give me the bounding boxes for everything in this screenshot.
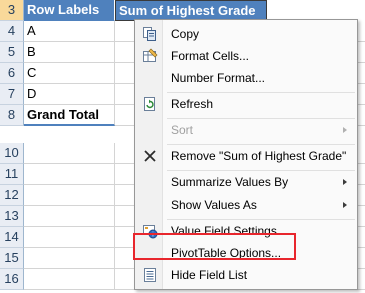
copy-icon bbox=[142, 26, 158, 42]
menu-item-label: Show Values As bbox=[171, 198, 257, 212]
refresh-icon bbox=[142, 96, 158, 112]
row-number[interactable]: 8 bbox=[0, 105, 24, 126]
menu-item-summarize-values-by[interactable]: Summarize Values By bbox=[137, 171, 355, 193]
empty-cell[interactable] bbox=[24, 185, 115, 206]
row-number[interactable]: 11 bbox=[0, 164, 24, 185]
menu-item-show-values-as[interactable]: Show Values As bbox=[137, 194, 355, 216]
menu-item-sort[interactable]: Sort bbox=[137, 119, 355, 141]
empty-cell[interactable] bbox=[24, 227, 115, 248]
row-number[interactable]: 16 bbox=[0, 269, 24, 290]
empty-cell[interactable] bbox=[24, 164, 115, 185]
row-labels-header-cell[interactable]: Row Labels bbox=[24, 0, 133, 21]
sum-of-highest-grade-header-cell[interactable]: Sum of Highest Grade bbox=[115, 0, 267, 21]
row-label-cell[interactable]: A bbox=[24, 21, 115, 42]
row-number[interactable]: 5 bbox=[0, 42, 24, 63]
field-list-icon bbox=[142, 267, 158, 283]
menu-item-label: Summarize Values By bbox=[171, 175, 289, 189]
empty-cell[interactable] bbox=[24, 248, 115, 269]
row-number[interactable]: 10 bbox=[0, 143, 24, 164]
submenu-arrow-icon bbox=[343, 202, 347, 208]
row-label-cell[interactable]: C bbox=[24, 63, 115, 84]
empty-cell[interactable] bbox=[24, 143, 115, 164]
hide-field-list-highlight-box bbox=[133, 233, 296, 260]
menu-item-label: Sort bbox=[171, 123, 194, 137]
empty-cell[interactable] bbox=[24, 206, 115, 227]
empty-cell[interactable] bbox=[24, 269, 115, 290]
row-labels-header-text: Row Labels bbox=[27, 2, 100, 17]
menu-item-remove-field[interactable]: Remove "Sum of Highest Grade" bbox=[137, 145, 355, 167]
menu-item-number-format[interactable]: Number Format... bbox=[137, 67, 355, 89]
menu-item-refresh[interactable]: Refresh bbox=[137, 93, 355, 115]
pivot-header-row: 3 Row Labels Sum of Highest Grade bbox=[0, 0, 365, 21]
row-number[interactable]: 7 bbox=[0, 84, 24, 105]
menu-item-label: Hide Field List bbox=[171, 268, 248, 282]
submenu-arrow-icon bbox=[343, 179, 347, 185]
menu-item-label: Format Cells... bbox=[171, 49, 250, 63]
menu-item-label: Remove "Sum of Highest Grade" bbox=[171, 149, 347, 163]
row-number[interactable]: 6 bbox=[0, 63, 24, 84]
menu-item-label: Number Format... bbox=[171, 71, 266, 85]
menu-item-format-cells[interactable]: Format Cells... bbox=[137, 45, 355, 67]
row-number[interactable]: 12 bbox=[0, 185, 24, 206]
row-number[interactable]: 14 bbox=[0, 227, 24, 248]
row-label-cell[interactable]: D bbox=[24, 84, 115, 105]
spreadsheet-grid: 3 Row Labels Sum of Highest Grade 4 A 5 … bbox=[0, 0, 365, 293]
row-number[interactable]: 4 bbox=[0, 21, 24, 42]
format-cells-icon bbox=[142, 48, 158, 64]
row-number[interactable]: 3 bbox=[0, 0, 24, 21]
close-icon bbox=[142, 148, 158, 164]
row-number[interactable]: 13 bbox=[0, 206, 24, 227]
grand-total-cell[interactable]: Grand Total bbox=[24, 105, 115, 126]
row-label-cell[interactable]: B bbox=[24, 42, 115, 63]
menu-item-label: Copy bbox=[171, 27, 200, 41]
row-number[interactable]: 15 bbox=[0, 248, 24, 269]
menu-item-hide-field-list[interactable]: Hide Field List bbox=[137, 264, 355, 286]
menu-item-label: Refresh bbox=[171, 97, 214, 111]
menu-item-copy[interactable]: Copy bbox=[137, 23, 355, 45]
submenu-arrow-icon bbox=[343, 127, 347, 133]
